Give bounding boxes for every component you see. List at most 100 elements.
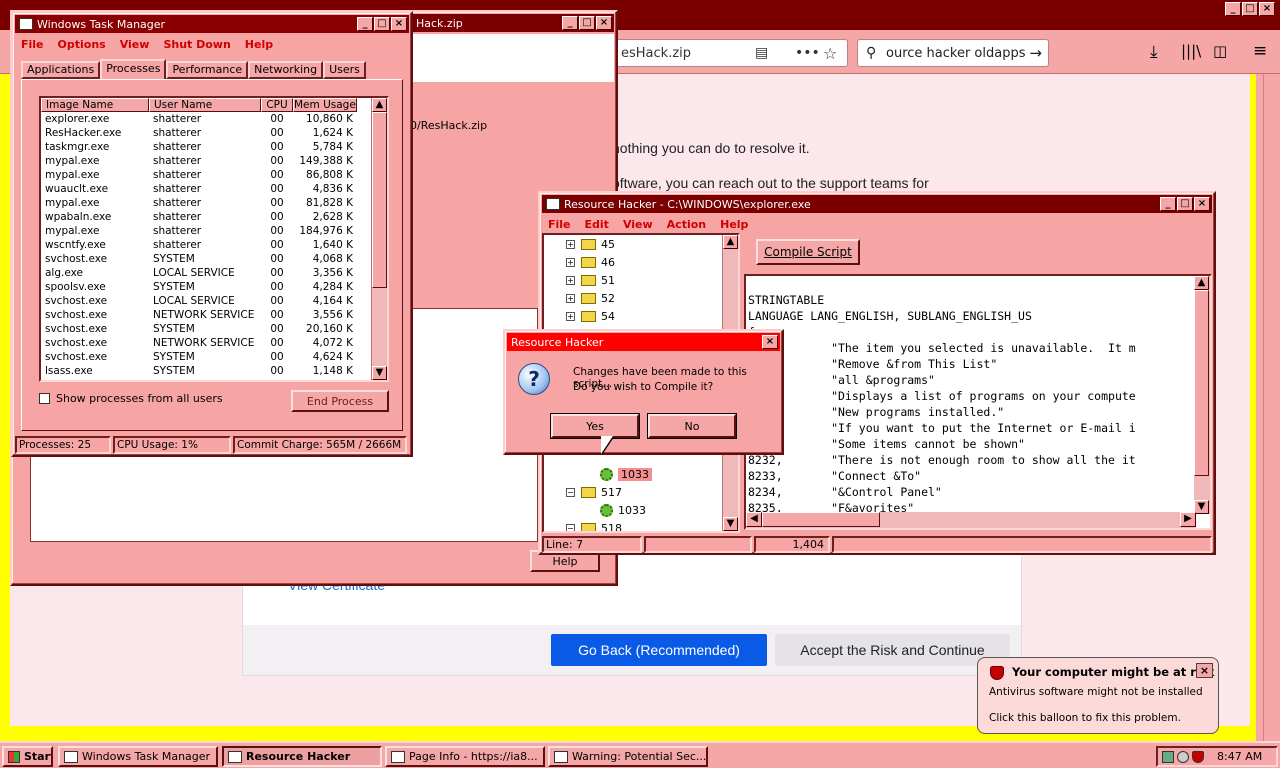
taskbar-item-resource-hacker[interactable]: Resource Hacker [222, 746, 382, 767]
table-row[interactable]: lsass.exe SYSTEM 00 1,148 K [41, 364, 387, 378]
close-icon[interactable]: × [1259, 2, 1275, 16]
table-row[interactable]: explorer.exe shatterer 00 10,860 K [41, 112, 387, 126]
maximize-icon[interactable]: □ [374, 17, 390, 31]
table-row[interactable]: wpabaln.exe shatterer 00 2,628 K [41, 210, 387, 224]
menu-options[interactable]: Options [58, 38, 106, 51]
process-list[interactable]: Image Name User Name CPU Mem Usage explo… [39, 96, 389, 382]
network-icon[interactable] [1162, 750, 1174, 763]
menu-file[interactable]: File [21, 38, 44, 51]
close-icon[interactable]: × [391, 17, 407, 31]
scroll-down-icon[interactable]: ▼ [723, 517, 738, 531]
accept-risk-button[interactable]: Accept the Risk and Continue [775, 634, 1010, 666]
tree-item[interactable]: +54 [544, 307, 615, 325]
tree-item[interactable]: +45 [544, 235, 615, 253]
taskbar-item-page-info[interactable]: Page Info - https://ia8... [385, 746, 545, 767]
minimize-icon[interactable]: _ [357, 17, 373, 31]
scroll-right-icon[interactable]: ▶ [1180, 512, 1196, 527]
menu-view[interactable]: View [120, 38, 150, 51]
scroll-down-icon[interactable]: ▼ [1194, 500, 1209, 514]
maximize-icon[interactable]: □ [1242, 2, 1258, 16]
security-shield-icon[interactable] [1192, 750, 1204, 763]
editor-scroll-thumb[interactable] [1194, 290, 1209, 476]
table-row[interactable]: svchost.exe SYSTEM 00 4,068 K [41, 252, 387, 266]
table-row[interactable]: svchost.exe LOCAL SERVICE 00 4,164 K [41, 294, 387, 308]
sidebar-icon[interactable]: ◫ [1213, 42, 1227, 60]
menu-action[interactable]: Action [667, 218, 706, 231]
more-icon[interactable]: ••• [795, 45, 820, 61]
table-row[interactable]: mypal.exe shatterer 00 184,976 K [41, 224, 387, 238]
table-row[interactable]: taskmgr.exe shatterer 00 5,784 K [41, 140, 387, 154]
start-button[interactable]: Start [2, 746, 53, 767]
tree-item[interactable]: 1033 [544, 501, 646, 519]
editor-hscrollbar[interactable]: ◀ ▶ [746, 512, 1196, 528]
expand-icon[interactable]: + [566, 275, 575, 285]
tab-applications[interactable]: Applications [21, 61, 101, 79]
download-icon[interactable]: ⤓ [1150, 42, 1158, 62]
taskbar-item-warning[interactable]: Warning: Potential Sec... [548, 746, 708, 767]
tree-item[interactable]: − 517 [544, 483, 622, 501]
menu-shutdown[interactable]: Shut Down [163, 38, 230, 51]
table-row[interactable]: svchost.exe NETWORK SERVICE 00 4,072 K [41, 336, 387, 350]
menu-view[interactable]: View [623, 218, 653, 231]
tree-item[interactable]: +46 [544, 253, 615, 271]
compile-script-button[interactable]: Compile Script [756, 239, 860, 265]
scroll-up-icon[interactable]: ▲ [723, 235, 738, 249]
tree-item[interactable]: 1033 [544, 465, 652, 483]
tab-networking[interactable]: Networking [248, 61, 324, 79]
table-row[interactable]: mypal.exe shatterer 00 81,828 K [41, 196, 387, 210]
table-row[interactable]: mypal.exe shatterer 00 86,808 K [41, 168, 387, 182]
expand-icon[interactable]: + [566, 311, 575, 321]
minimize-icon[interactable]: _ [1225, 2, 1241, 16]
end-process-button[interactable]: End Process [291, 390, 389, 412]
menu-file[interactable]: File [548, 218, 571, 231]
tree-item[interactable]: − 518 [544, 519, 622, 531]
table-row[interactable]: svchost.exe NETWORK SERVICE 00 3,556 K [41, 308, 387, 322]
page-scrollbar[interactable] [1263, 74, 1280, 741]
col-image-name[interactable]: Image Name [41, 98, 149, 112]
script-editor[interactable]: STRINGTABLE LANGUAGE LANG_ENGLISH, SUBLAN… [744, 274, 1212, 530]
security-balloon[interactable]: Your computer might be at risk × Antivir… [977, 657, 1219, 734]
col-user-name[interactable]: User Name [149, 98, 261, 112]
table-row[interactable]: spoolsv.exe SYSTEM 00 4,284 K [41, 280, 387, 294]
expand-icon[interactable]: + [566, 257, 575, 267]
bookmark-star-icon[interactable]: ☆ [823, 44, 837, 63]
close-icon[interactable]: × [596, 16, 612, 30]
tab-users[interactable]: Users [323, 61, 366, 79]
no-button[interactable]: No [647, 413, 737, 439]
yes-button[interactable]: Yes [550, 413, 640, 439]
tab-performance[interactable]: Performance [166, 61, 249, 79]
maximize-icon[interactable]: □ [579, 16, 595, 30]
menu-help[interactable]: Help [720, 218, 748, 231]
col-mem-usage[interactable]: Mem Usage [293, 98, 357, 112]
table-row[interactable]: wscntfy.exe shatterer 00 1,640 K [41, 238, 387, 252]
balloon-close-icon[interactable]: × [1196, 663, 1213, 678]
reader-view-icon[interactable]: ▤ [755, 45, 768, 61]
scroll-left-icon[interactable]: ◀ [746, 512, 762, 527]
scroll-thumb[interactable] [372, 112, 387, 288]
minimize-icon[interactable]: _ [1160, 197, 1176, 211]
url-bar[interactable]: esHack.zip ▤ ••• ☆ [600, 39, 848, 67]
search-input[interactable]: ⚲ ource hacker oldapps → [857, 39, 1049, 67]
go-back-button[interactable]: Go Back (Recommended) [551, 634, 767, 666]
collapse-icon[interactable]: − [566, 487, 575, 497]
close-icon[interactable]: × [1194, 197, 1210, 211]
table-row[interactable]: svchost.exe SYSTEM 00 20,160 K [41, 322, 387, 336]
volume-icon[interactable] [1177, 750, 1189, 763]
table-row[interactable]: ResHacker.exe shatterer 00 1,624 K [41, 126, 387, 140]
process-list-scrollbar[interactable]: ▲ ▼ [371, 98, 387, 380]
close-icon[interactable]: × [762, 335, 778, 349]
tree-item[interactable]: +51 [544, 271, 615, 289]
go-arrow-icon[interactable]: → [1029, 44, 1042, 62]
table-row[interactable]: alg.exe LOCAL SERVICE 00 3,356 K [41, 266, 387, 280]
scroll-up-icon[interactable]: ▲ [372, 98, 387, 112]
menu-edit[interactable]: Edit [585, 218, 609, 231]
menu-help[interactable]: Help [245, 38, 273, 51]
table-row[interactable]: svchost.exe SYSTEM 00 4,624 K [41, 350, 387, 364]
expand-icon[interactable]: + [566, 293, 575, 303]
menu-icon[interactable]: ≡ [1253, 41, 1267, 61]
tree-item[interactable]: +52 [544, 289, 615, 307]
expand-icon[interactable]: + [566, 239, 575, 249]
table-row[interactable]: mypal.exe shatterer 00 149,388 K [41, 154, 387, 168]
show-all-users-checkbox[interactable] [39, 393, 50, 404]
table-row[interactable]: wuauclt.exe shatterer 00 4,836 K [41, 182, 387, 196]
